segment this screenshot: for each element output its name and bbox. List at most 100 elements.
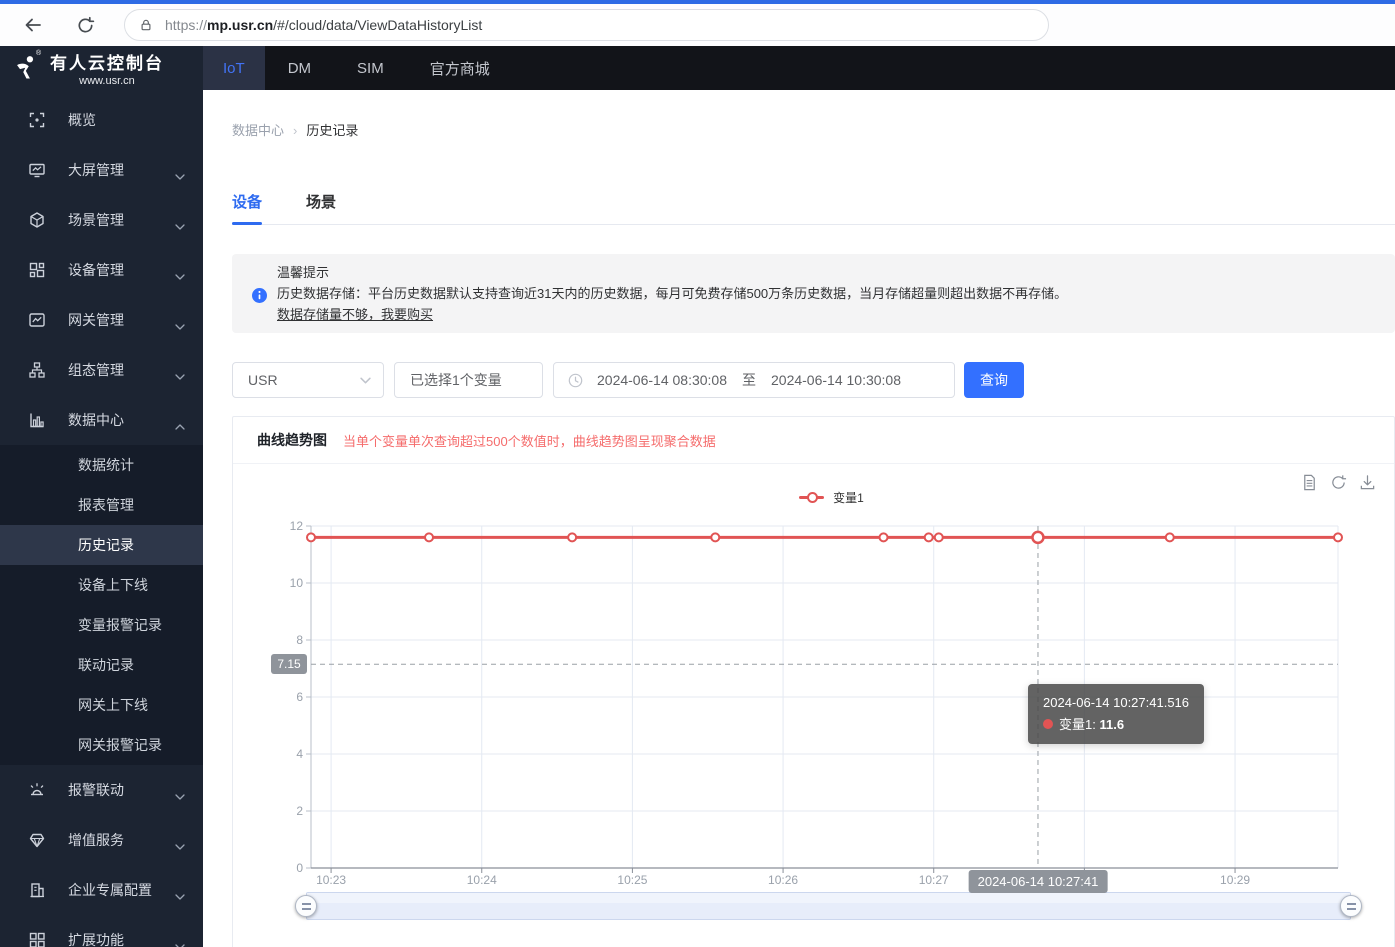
datazoom-left-handle[interactable]: [295, 895, 317, 917]
x-axis-tick-label: 10:23: [316, 873, 346, 887]
browser-refresh-button[interactable]: [68, 8, 102, 42]
browser-back-button[interactable]: [16, 8, 50, 42]
notice-title: 温馨提示: [277, 262, 1375, 283]
brand-title: 有人云控制台: [50, 49, 164, 74]
sidebar-subitem-linkage[interactable]: 联动记录: [0, 645, 203, 685]
x-axis-tick-label: 10:24: [467, 873, 497, 887]
sidebar-item-overview[interactable]: 概览: [0, 95, 203, 145]
chevron-down-icon: [175, 267, 185, 273]
sidebar-item-label: 概览: [68, 110, 185, 130]
sidebar-item-label: 企业专属配置: [68, 880, 175, 900]
chart-tooltip: 2024-06-14 10:27:41.516 变量1: 11.6: [1028, 684, 1204, 744]
sidebar-subitem-gateway-alarm[interactable]: 网关报警记录: [0, 725, 203, 765]
series-dot-icon: [1043, 719, 1053, 729]
tab-device[interactable]: 设备: [232, 191, 262, 224]
sidebar-subitem-device-updown[interactable]: 设备上下线: [0, 565, 203, 605]
topnav-item-dm[interactable]: DM: [265, 46, 334, 90]
browser-toolbar: https://mp.usr.cn/#/cloud/data/ViewDataH…: [0, 0, 1395, 46]
query-button[interactable]: 查询: [964, 362, 1024, 398]
chart-card-title: 曲线趋势图: [257, 430, 327, 450]
gateway-icon: [28, 311, 46, 329]
sidebar: ® 有人云控制台 www.usr.cn 概览大屏管理场景管理设备管理网关管理组态…: [0, 46, 203, 947]
sidebar-item-label: 扩展功能: [68, 930, 175, 947]
sidebar-item-extension[interactable]: 扩展功能: [0, 915, 203, 947]
x-axis-tick-label: 10:29: [1220, 873, 1250, 887]
page-content: 数据中心›历史记录 设备 场景 温馨提示 历史数据存储：平台历史数据默认支持查询…: [203, 90, 1395, 947]
y-axis-pointer-label: 7.15: [271, 654, 307, 674]
info-icon: [252, 288, 267, 303]
breadcrumb: 数据中心›历史记录: [232, 120, 1395, 139]
scene-cube-icon: [28, 211, 46, 229]
date-range-separator: 至: [742, 370, 756, 390]
legend-line-marker-icon: [799, 496, 824, 499]
chart-toolbox: [1301, 474, 1376, 491]
download-icon[interactable]: [1359, 474, 1376, 491]
tooltip-series-row: 变量1: 11.6: [1043, 714, 1189, 736]
chevron-down-icon: [175, 887, 185, 893]
chevron-down-icon: [175, 367, 185, 373]
tooltip-value: 11.6: [1099, 717, 1124, 732]
y-axis-tick-label: 4: [233, 747, 303, 761]
sidebar-item-alarm[interactable]: 报警联动: [0, 765, 203, 815]
sidebar-item-data-center[interactable]: 数据中心: [0, 395, 203, 445]
sidebar-item-label: 设备管理: [68, 260, 175, 280]
alarm-icon: [28, 781, 46, 799]
date-end-value: 2024-06-14 10:30:08: [771, 372, 901, 388]
y-axis-tick-label: 12: [233, 519, 303, 533]
top-navigation: IoT DM SIM 官方商城: [203, 46, 1395, 90]
trend-chart-card: 曲线趋势图 当单个变量单次查询超过500个数值时，曲线趋势图呈现聚合数据 变量1: [232, 416, 1395, 947]
sidebar-subitem-var-alarm[interactable]: 变量报警记录: [0, 605, 203, 645]
device-select[interactable]: USR: [232, 362, 384, 398]
sidebar-item-gateway[interactable]: 网关管理: [0, 295, 203, 345]
brand-subtitle: www.usr.cn: [79, 75, 135, 87]
topnav-item-mall[interactable]: 官方商城: [407, 46, 513, 90]
topnav-item-iot[interactable]: IoT: [203, 46, 265, 90]
y-axis-tick-label: 2: [233, 804, 303, 818]
x-axis-pointer-label: 2024-06-14 10:27:41: [969, 870, 1108, 893]
breadcrumb-separator: ›: [293, 123, 297, 138]
device-select-value: USR: [248, 372, 360, 388]
datazoom-right-handle[interactable]: [1340, 895, 1362, 917]
date-range-picker[interactable]: 2024-06-14 08:30:08 至 2024-06-14 10:30:0…: [553, 362, 955, 398]
chevron-down-icon: [175, 787, 185, 793]
sidebar-subitem-gateway-updown[interactable]: 网关上下线: [0, 685, 203, 725]
legend-item-var1[interactable]: 变量1: [269, 489, 1394, 506]
chart-plot: 变量1 7.15 2024-06-14 10: [233, 464, 1394, 947]
restore-icon[interactable]: [1330, 474, 1347, 491]
datazoom-slider[interactable]: [306, 892, 1351, 920]
tab-scene[interactable]: 场景: [306, 191, 336, 224]
building-icon: [28, 881, 46, 899]
variable-select[interactable]: 已选择1个变量: [394, 362, 543, 398]
tooltip-series-label: 变量1:: [1059, 717, 1096, 732]
grid-icon: [28, 931, 46, 947]
lock-icon: [139, 17, 153, 33]
address-bar[interactable]: https://mp.usr.cn/#/cloud/data/ViewDataH…: [124, 9, 1049, 41]
topnav-item-sim[interactable]: SIM: [334, 46, 407, 90]
usr-logo-icon: [13, 54, 41, 82]
buy-storage-link[interactable]: 数据存储量不够，我要购买: [277, 307, 433, 322]
sidebar-item-scene[interactable]: 场景管理: [0, 195, 203, 245]
sidebar-item-screen[interactable]: 大屏管理: [0, 145, 203, 195]
x-axis-tick-label: 10:27: [919, 873, 949, 887]
sidebar-subitem-report-mgmt[interactable]: 报表管理: [0, 485, 203, 525]
refresh-icon: [76, 16, 95, 35]
sidebar-menu: 概览大屏管理场景管理设备管理网关管理组态管理数据中心数据统计报表管理历史记录设备…: [0, 90, 203, 947]
sidebar-item-label: 场景管理: [68, 210, 175, 230]
chevron-down-icon: [175, 317, 185, 323]
sidebar-item-scada[interactable]: 组态管理: [0, 345, 203, 395]
sidebar-subitem-history[interactable]: 历史记录: [0, 525, 203, 565]
data-view-icon[interactable]: [1301, 474, 1318, 491]
sidebar-submenu-data-center: 数据统计报表管理历史记录设备上下线变量报警记录联动记录网关上下线网关报警记录: [0, 445, 203, 765]
sidebar-item-vas[interactable]: 增值服务: [0, 815, 203, 865]
sidebar-item-device[interactable]: 设备管理: [0, 245, 203, 295]
chevron-down-icon: [175, 217, 185, 223]
sidebar-subitem-data-stats[interactable]: 数据统计: [0, 445, 203, 485]
filter-bar: USR 已选择1个变量 2024-06-14 08:30:08 至 2024-0…: [232, 362, 1395, 398]
notice-body: 历史数据存储：平台历史数据默认支持查询近31天内的历史数据，每月可免费存储500…: [277, 283, 1375, 304]
breadcrumb-parent[interactable]: 数据中心: [232, 123, 284, 138]
sidebar-item-label: 网关管理: [68, 310, 175, 330]
sidebar-item-label: 报警联动: [68, 780, 175, 800]
sidebar-item-enterprise[interactable]: 企业专属配置: [0, 865, 203, 915]
brand-logo[interactable]: ® 有人云控制台 www.usr.cn: [0, 46, 203, 90]
sidebar-item-label: 组态管理: [68, 360, 175, 380]
